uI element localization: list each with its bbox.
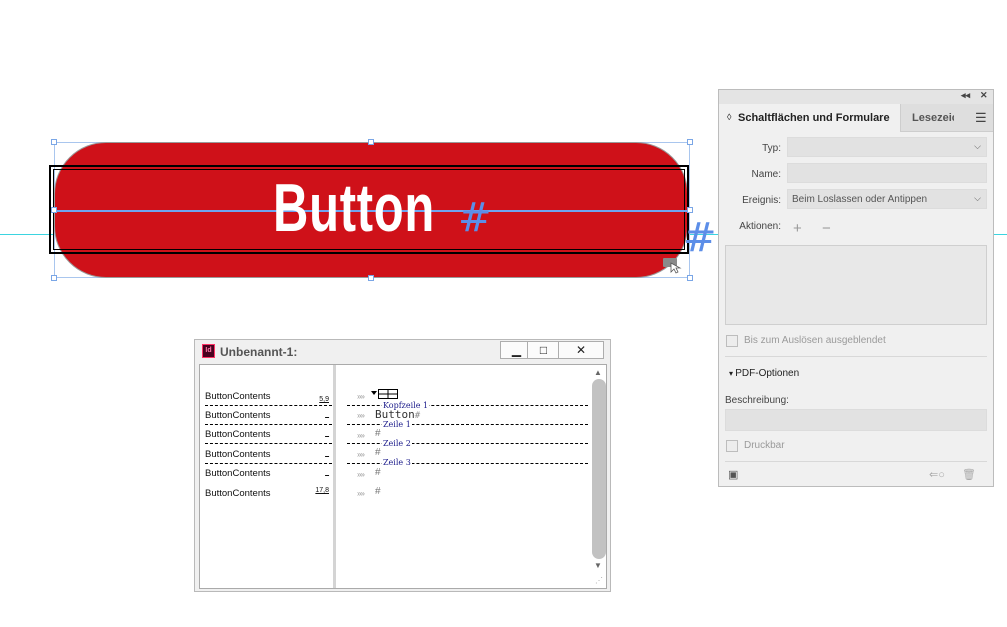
maximize-button[interactable]: □ xyxy=(527,341,560,359)
panel-header-bar[interactable]: ◂◂ ✕ xyxy=(719,90,993,104)
description-label: Beschreibung: xyxy=(725,395,789,406)
depth-value: _ xyxy=(325,469,329,476)
section-divider xyxy=(725,461,987,462)
content-column[interactable]: »» Kopfzeile 1 »» Button# Zeile 1 »» # Z… xyxy=(339,365,607,588)
name-label: Name: xyxy=(751,169,781,180)
tab-bookmarks[interactable]: Lesezeichen xyxy=(912,112,954,124)
style-label: ButtonContents xyxy=(205,449,271,460)
section-divider xyxy=(725,356,987,357)
vertical-scrollbar[interactable] xyxy=(592,379,606,559)
printable-checkbox[interactable] xyxy=(726,440,738,452)
handle-bottom-right[interactable] xyxy=(687,275,693,281)
paragraph-chevron: »» xyxy=(357,489,365,498)
handle-bottom-left[interactable] xyxy=(51,275,57,281)
maximize-icon: □ xyxy=(539,343,548,357)
story-editor-titlebar[interactable]: Id Unbenannt-1: ▁ □ ✕ xyxy=(195,340,610,362)
tab-buttons-forms-label: Schaltflächen und Formulare xyxy=(738,112,890,124)
resize-grip-icon[interactable]: ⋰ xyxy=(595,576,603,585)
trash-icon[interactable]: 🗑 xyxy=(962,468,976,481)
row-tag: Zeile 2 xyxy=(382,439,412,448)
handle-top-right[interactable] xyxy=(687,139,693,145)
row-tag: Zeile 3 xyxy=(382,458,412,467)
name-input[interactable] xyxy=(787,163,987,183)
cell-end-hash: # xyxy=(375,467,381,478)
pdf-options-section[interactable]: ▾ PDF-Optionen xyxy=(729,368,799,379)
handle-top-left[interactable] xyxy=(51,139,57,145)
tab-buttons-forms[interactable]: ◊ Schaltflächen und Formulare xyxy=(719,104,901,132)
handle-middle-left[interactable] xyxy=(51,207,57,213)
buttons-forms-panel: ◂◂ ✕ ◊ Schaltflächen und Formulare Lesez… xyxy=(718,89,994,487)
type-label: Typ: xyxy=(762,143,781,154)
scroll-down-icon[interactable]: ▼ xyxy=(594,561,602,570)
depth-value: _ xyxy=(325,450,329,457)
event-dropdown[interactable]: Beim Loslassen oder Antippen ⌵ xyxy=(787,189,987,209)
story-editor-body[interactable]: ButtonContents 5,9 ButtonContents _ Butt… xyxy=(199,364,607,589)
chevron-down-icon: ⌵ xyxy=(974,193,981,203)
convert-object-icon[interactable]: ⇐○ xyxy=(929,468,945,481)
printable-label: Druckbar xyxy=(744,440,785,451)
handle-bottom-middle[interactable] xyxy=(368,275,374,281)
story-editor-window: Id Unbenannt-1: ▁ □ ✕ ButtonContents 5,9… xyxy=(194,339,611,592)
cell-end-hash: # xyxy=(375,447,381,458)
button-label-text[interactable]: Button xyxy=(273,168,435,248)
panel-tabs: ◊ Schaltflächen und Formulare Lesezeiche… xyxy=(719,104,993,132)
tab-updown-icon: ◊ xyxy=(727,112,732,122)
close-icon: ✕ xyxy=(575,343,587,357)
depth-value: 5,9 xyxy=(319,396,329,403)
depth-value: _ xyxy=(325,411,329,418)
description-input[interactable] xyxy=(725,409,987,431)
type-dropdown[interactable]: ⌵ xyxy=(787,137,987,157)
cell-end-hash: # xyxy=(375,428,381,439)
form-field-icon xyxy=(663,258,682,274)
depth-value: 17,8 xyxy=(315,487,329,494)
row-separator xyxy=(205,443,332,444)
indesign-app-icon: Id xyxy=(202,344,215,358)
row-separator xyxy=(205,424,332,425)
scroll-up-icon[interactable]: ▲ xyxy=(594,368,602,377)
collapse-panel-icon[interactable]: ◂◂ xyxy=(961,90,970,101)
row-tag: Zeile 1 xyxy=(382,420,412,429)
row-separator xyxy=(205,463,332,464)
close-panel-icon[interactable]: ✕ xyxy=(980,90,988,101)
add-action-button[interactable]: + xyxy=(793,220,802,237)
actions-label: Aktionen: xyxy=(739,221,781,232)
handle-middle-right[interactable] xyxy=(687,207,693,213)
style-label: ButtonContents xyxy=(205,468,271,479)
close-button[interactable]: ✕ xyxy=(558,341,604,359)
panel-menu-icon[interactable]: ☰ xyxy=(975,110,987,126)
depth-value: _ xyxy=(325,430,329,437)
handle-top-middle[interactable] xyxy=(368,139,374,145)
paragraph-chevron: »» xyxy=(357,470,365,479)
event-label: Ereignis: xyxy=(742,195,781,206)
story-end-hash: # xyxy=(375,486,381,497)
remove-action-button[interactable]: − xyxy=(822,220,831,237)
style-label: ButtonContents xyxy=(205,488,271,499)
style-label: ButtonContents xyxy=(205,410,271,421)
paragraph-chevron: »» xyxy=(357,392,365,401)
chevron-down-icon: ⌵ xyxy=(974,141,981,151)
style-label: ButtonContents xyxy=(205,391,271,402)
end-of-story-hash: # xyxy=(458,195,492,241)
row-separator xyxy=(205,405,332,406)
hidden-until-triggered-label: Bis zum Auslösen ausgeblendet xyxy=(744,335,886,346)
table-icon[interactable] xyxy=(371,388,399,400)
info-column: ButtonContents 5,9 ButtonContents _ Butt… xyxy=(200,365,336,588)
paragraph-chevron: »» xyxy=(357,431,365,440)
style-label: ButtonContents xyxy=(205,429,271,440)
actions-list[interactable] xyxy=(725,245,987,325)
preview-icon[interactable]: ▣ xyxy=(728,468,738,481)
paragraph-chevron: »» xyxy=(357,411,365,420)
paragraph-chevron: »» xyxy=(357,450,365,459)
end-of-frame-hash: # xyxy=(683,215,717,261)
story-editor-title: Unbenannt-1: xyxy=(220,345,298,359)
hidden-until-triggered-checkbox[interactable] xyxy=(726,335,738,347)
